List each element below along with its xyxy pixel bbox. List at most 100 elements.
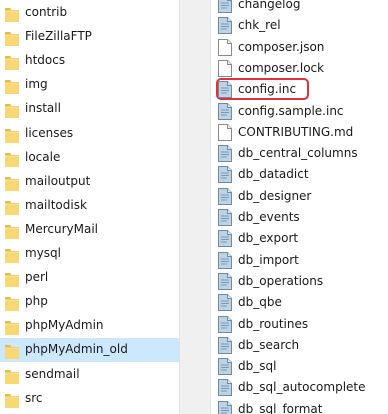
file-label: changelog	[238, 0, 301, 11]
file-item[interactable]: db_central_columns	[211, 143, 388, 164]
file-item[interactable]: db_qbe	[211, 292, 388, 313]
file-label: db_designer	[238, 188, 312, 203]
folder-icon	[4, 77, 20, 95]
php-file-icon	[218, 0, 232, 13]
folder-icon	[4, 318, 20, 336]
folder-item[interactable]: MercuryMail	[0, 218, 179, 242]
php-file-icon	[218, 81, 232, 99]
file-label: db_sql	[238, 359, 277, 374]
file-item[interactable]: db_designer	[211, 186, 388, 207]
php-file-icon	[218, 336, 232, 354]
file-item[interactable]: db_sql	[211, 356, 388, 377]
php-file-icon	[218, 187, 232, 205]
folder-item[interactable]: perl	[0, 266, 179, 290]
pane-divider[interactable]	[179, 0, 211, 414]
folder-label: FileZillaFTP	[25, 29, 92, 44]
folder-icon	[4, 29, 20, 47]
file-label: db_export	[238, 231, 299, 246]
file-label: db_search	[238, 337, 300, 352]
folder-label: install	[25, 101, 61, 116]
file-item[interactable]: CONTRIBUTING.md	[211, 122, 388, 143]
file-item[interactable]: db_sql_autocomplete	[211, 377, 388, 398]
file-label: composer.lock	[238, 60, 325, 75]
file-item[interactable]: composer.json	[211, 37, 388, 58]
file-label: config.inc	[238, 82, 297, 97]
file-item[interactable]: db_export	[211, 228, 388, 249]
folder-label: sendmail	[25, 366, 80, 381]
folder-item[interactable]: sendmail	[0, 363, 179, 387]
folder-item[interactable]: mailtodisk	[0, 194, 179, 218]
php-file-icon	[218, 145, 232, 163]
php-file-icon	[218, 102, 232, 120]
folder-item[interactable]: phpMyAdmin_old	[0, 338, 179, 363]
php-file-icon	[218, 209, 232, 226]
folder-icon	[4, 150, 20, 168]
php-file-icon	[218, 294, 232, 312]
folder-label: img	[25, 77, 48, 92]
folder-icon	[4, 246, 20, 264]
php-file-icon	[218, 400, 232, 414]
file-label: db_sql_autocomplete	[238, 380, 366, 395]
folder-item[interactable]: mailoutput	[0, 170, 179, 194]
php-file-icon	[218, 230, 232, 248]
folder-label: perl	[25, 270, 49, 285]
folder-icon	[4, 270, 20, 288]
blank-file-icon	[218, 123, 232, 141]
file-item[interactable]: db_routines	[211, 314, 388, 335]
folder-label: mysql	[25, 246, 61, 260]
folder-label: phpMyAdmin	[25, 318, 104, 333]
file-item[interactable]: config.sample.inc	[211, 101, 388, 122]
folder-label: mailtodisk	[25, 197, 87, 212]
folder-item[interactable]: FileZillaFTP	[0, 25, 179, 49]
file-item[interactable]: composer.lock	[211, 58, 388, 79]
file-item[interactable]: db_search	[211, 335, 388, 356]
php-file-icon	[218, 17, 232, 35]
file-item[interactable]: db_sql_format	[211, 399, 388, 414]
file-label: db_qbe	[238, 295, 282, 310]
folder-icon	[4, 222, 20, 240]
folder-label: licenses	[25, 125, 74, 140]
folder-label: contrib	[25, 5, 68, 19]
folder-label: mailoutput	[25, 173, 91, 188]
folder-label: htdocs	[25, 53, 66, 68]
folder-label: src	[25, 390, 43, 405]
folder-label: locale	[25, 149, 61, 164]
folder-item[interactable]: htdocs	[0, 49, 179, 73]
folder-item[interactable]: mysql	[0, 242, 179, 266]
file-item[interactable]: db_operations	[211, 271, 388, 292]
php-file-icon	[218, 251, 232, 269]
php-file-icon	[218, 166, 232, 184]
folder-icon	[4, 367, 20, 385]
folder-label: phpMyAdmin_old	[25, 342, 128, 357]
file-item[interactable]: chk_rel	[211, 15, 388, 36]
php-file-icon	[218, 315, 232, 333]
file-item[interactable]: db_import	[211, 250, 388, 271]
folder-icon	[4, 5, 20, 23]
folder-item[interactable]: src	[0, 387, 179, 411]
file-item[interactable]: config.inc	[211, 79, 388, 100]
folder-icon	[4, 126, 20, 144]
folder-item[interactable]: licenses	[0, 122, 179, 146]
folder-item[interactable]: php	[0, 290, 179, 314]
folder-icon	[4, 198, 20, 216]
folder-icon	[4, 391, 20, 409]
folder-icon	[4, 174, 20, 192]
file-item[interactable]: db_datadict	[211, 164, 388, 185]
blank-file-icon	[218, 38, 232, 56]
folder-item[interactable]: install	[0, 97, 179, 121]
folder-item[interactable]: phpMyAdmin	[0, 314, 179, 338]
php-file-icon	[218, 272, 232, 290]
file-list-pane: changelog chk_rel composer.json composer…	[211, 0, 388, 414]
file-label: db_events	[238, 210, 300, 224]
file-item[interactable]: db_events	[211, 207, 388, 228]
folder-item[interactable]: contrib	[0, 1, 179, 25]
folder-label: php	[25, 294, 48, 309]
folder-item[interactable]: img	[0, 73, 179, 97]
folder-icon	[4, 294, 20, 312]
file-label: CONTRIBUTING.md	[238, 124, 354, 139]
folder-item[interactable]: locale	[0, 146, 179, 170]
file-item[interactable]: changelog	[211, 0, 388, 15]
blank-file-icon	[218, 59, 232, 77]
file-label: db_import	[238, 252, 299, 267]
folder-icon	[4, 53, 20, 71]
